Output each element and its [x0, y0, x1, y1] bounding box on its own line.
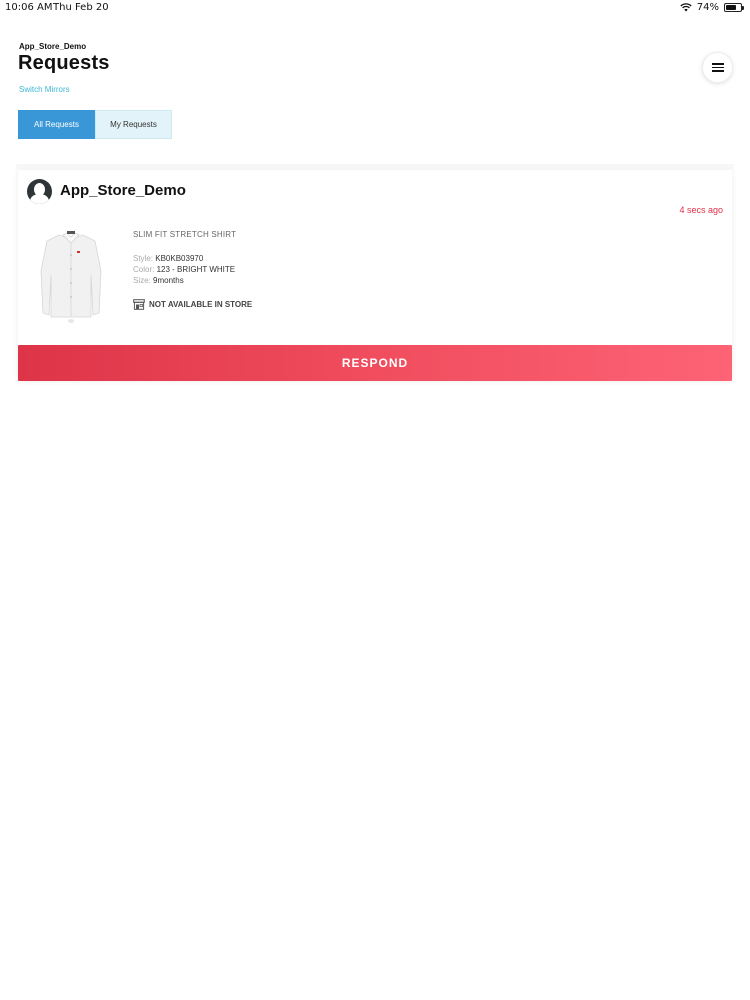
- tab-my-requests[interactable]: My Requests: [95, 110, 172, 139]
- page-title: Requests: [18, 52, 110, 74]
- store-name: App_Store_Demo: [19, 42, 87, 51]
- switch-mirrors-link[interactable]: Switch Mirrors: [19, 85, 70, 94]
- product-style: Style: KB0KB03970: [133, 254, 204, 263]
- store-icon: [133, 299, 145, 310]
- wifi-icon: [680, 3, 692, 12]
- product-image: [37, 231, 105, 324]
- battery-icon: [724, 3, 744, 12]
- avatar: [27, 179, 52, 204]
- request-time: 4 secs ago: [679, 205, 723, 215]
- status-date: Thu Feb 20: [53, 2, 109, 13]
- respond-button[interactable]: RESPOND: [18, 345, 732, 381]
- tab-all-requests[interactable]: All Requests: [18, 110, 95, 139]
- battery-level: [726, 5, 737, 10]
- status-bar: 10:06 AM Thu Feb 20 74%: [0, 0, 750, 16]
- product-color: Color: 123 - BRIGHT WHITE: [133, 265, 236, 274]
- menu-button[interactable]: [702, 52, 733, 83]
- hamburger-menu-icon: [711, 63, 724, 72]
- availability-status: NOT AVAILABLE IN STORE: [133, 299, 252, 310]
- availability-label: NOT AVAILABLE IN STORE: [149, 300, 253, 309]
- request-store-name: App_Store_Demo: [60, 182, 186, 199]
- battery-percent: 74%: [696, 2, 719, 13]
- request-tabs: All Requests My Requests: [18, 110, 172, 139]
- status-indicators: 74%: [680, 2, 744, 13]
- status-time: 10:06 AM: [5, 2, 53, 13]
- product-size: Size: 9months: [133, 276, 184, 285]
- product-name: SLIM FIT STRETCH SHIRT: [133, 230, 237, 239]
